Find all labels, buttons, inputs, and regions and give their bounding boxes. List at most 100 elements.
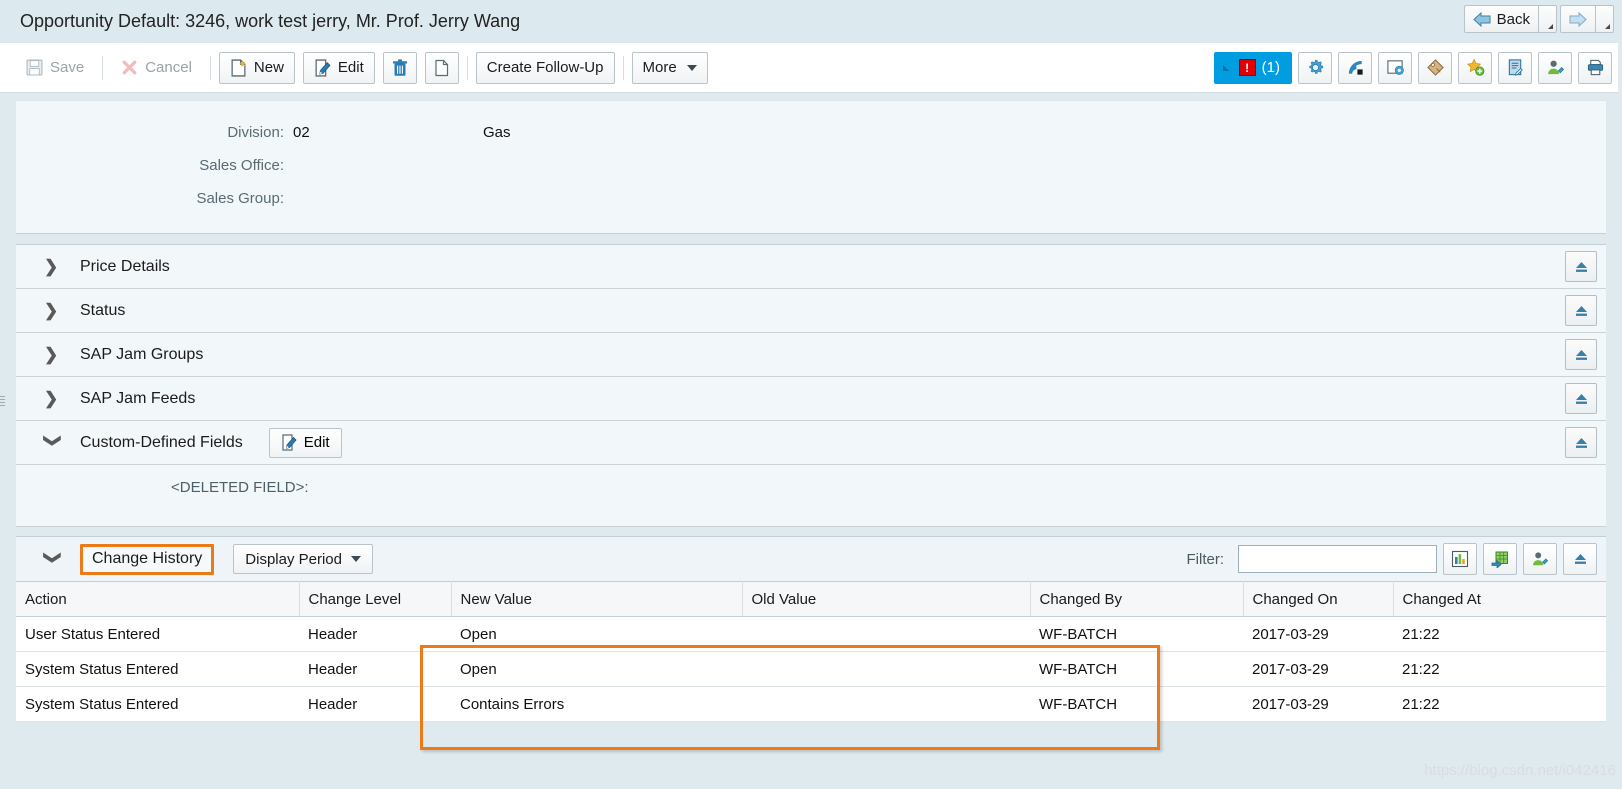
cell-changed-on: 2017-03-29 xyxy=(1243,686,1393,722)
save-icon xyxy=(26,59,43,76)
personalize-eject-button[interactable] xyxy=(1565,251,1597,282)
print-button[interactable] xyxy=(1578,51,1612,84)
chevron-down-icon xyxy=(351,556,361,562)
forward-history-dropdown[interactable] xyxy=(1596,5,1614,33)
custom-defined-fields-body: <DELETED FIELD>: xyxy=(16,465,1606,527)
web-feed-icon xyxy=(1348,60,1363,75)
toolbar-separator xyxy=(209,55,211,80)
filter-label: Filter: xyxy=(1186,550,1225,568)
cell-changed-by: WF-BATCH xyxy=(1030,651,1243,687)
cell-changed-by: WF-BATCH xyxy=(1030,686,1243,722)
save-button[interactable]: Save xyxy=(16,52,94,84)
toolbar-separator xyxy=(466,55,468,80)
web-feed-button[interactable] xyxy=(1338,51,1372,84)
table-row[interactable]: System Status Entered Header Open WF-BAT… xyxy=(16,651,1606,687)
eject-icon xyxy=(1574,554,1586,564)
sidebar-item-sap-jam-groups[interactable]: ❯ SAP Jam Groups xyxy=(16,333,1606,377)
personalize-button[interactable] xyxy=(1298,51,1332,84)
detail-row-sales-office: Sales Office: xyxy=(16,149,1606,182)
cell-old-value xyxy=(742,616,1030,652)
cancel-button-label: Cancel xyxy=(145,59,192,76)
cell-action: System Status Entered xyxy=(16,686,299,722)
personalize-eject-button[interactable] xyxy=(1563,543,1597,575)
watermark: https://blog.csdn.net/i042416 xyxy=(1424,762,1616,779)
cell-action: User Status Entered xyxy=(16,616,299,652)
sales-group-label: Sales Group: xyxy=(196,190,284,207)
title-bar: Opportunity Default: 3246, work test jer… xyxy=(0,0,1622,43)
sidebar-item-status[interactable]: ❯ Status xyxy=(16,289,1606,333)
trash-icon xyxy=(392,58,407,76)
screen-configuration-icon xyxy=(1386,60,1404,75)
toolbar-separator xyxy=(622,55,624,80)
section-title: Price Details xyxy=(80,257,170,275)
back-history-dropdown[interactable] xyxy=(1539,5,1557,33)
sales-office-label: Sales Office: xyxy=(199,157,284,174)
copy-button[interactable] xyxy=(424,51,459,84)
chevron-right-icon[interactable]: ❯ xyxy=(44,390,62,407)
notes-icon xyxy=(1508,59,1523,76)
assign-user-button[interactable] xyxy=(1538,51,1572,84)
message-log-button[interactable]: ! (1) xyxy=(1213,51,1292,84)
cell-old-value xyxy=(742,686,1030,722)
column-header-new-value[interactable]: New Value xyxy=(451,581,743,617)
assignment-blocks: ❯ Price Details ❯ Status ❯ SAP Jam Group xyxy=(16,244,1606,527)
column-header-action[interactable]: Action xyxy=(16,581,300,617)
more-button[interactable]: More xyxy=(631,51,708,84)
assign-user-button[interactable] xyxy=(1523,543,1557,575)
column-header-change-level[interactable]: Change Level xyxy=(299,581,452,617)
sidebar-item-custom-defined-fields[interactable]: ❯ Custom-Defined Fields Edit xyxy=(16,421,1606,465)
column-header-changed-at[interactable]: Changed At xyxy=(1393,581,1606,617)
personalize-eject-button[interactable] xyxy=(1565,427,1597,458)
delete-button[interactable] xyxy=(382,51,417,84)
export-to-spreadsheet-button[interactable] xyxy=(1483,543,1517,575)
chevron-right-icon[interactable]: ❯ xyxy=(44,346,62,363)
error-badge: ! xyxy=(1238,59,1256,76)
new-button[interactable]: New xyxy=(218,51,295,84)
tag-button[interactable] xyxy=(1418,51,1452,84)
copy-icon xyxy=(435,59,448,76)
division-description: Gas xyxy=(483,124,511,141)
back-button[interactable]: Back xyxy=(1463,5,1539,33)
custom-fields-edit-button[interactable]: Edit xyxy=(268,427,342,458)
screen-configuration-button[interactable] xyxy=(1378,51,1412,84)
chevron-right-icon[interactable]: ❯ xyxy=(44,302,62,319)
personalize-eject-button[interactable] xyxy=(1565,295,1597,326)
column-header-old-value[interactable]: Old Value xyxy=(742,581,1031,617)
new-document-icon xyxy=(231,58,246,77)
cell-change-level: Header xyxy=(299,616,451,652)
forward-button-group xyxy=(1560,5,1614,33)
chevron-down-icon[interactable]: ❯ xyxy=(44,434,63,452)
column-header-changed-on[interactable]: Changed On xyxy=(1243,581,1394,617)
personalize-eject-button[interactable] xyxy=(1565,383,1597,414)
export-to-spreadsheet-icon xyxy=(1491,551,1508,568)
add-to-favorites-icon xyxy=(1466,58,1484,76)
column-header-changed-by[interactable]: Changed By xyxy=(1030,581,1244,617)
table-row[interactable]: User Status Entered Header Open WF-BATCH… xyxy=(16,616,1606,652)
edit-button[interactable]: Edit xyxy=(302,51,375,84)
display-period-button[interactable]: Display Period xyxy=(233,544,373,574)
message-count-label: (1) xyxy=(1261,59,1280,76)
eject-icon xyxy=(1575,393,1587,404)
notes-button[interactable] xyxy=(1498,51,1532,84)
cell-changed-on: 2017-03-29 xyxy=(1243,616,1393,652)
cell-new-value: Contains Errors xyxy=(451,686,742,722)
collapse-corner-icon xyxy=(1222,65,1229,71)
edit-pencil-icon xyxy=(315,58,331,77)
cancel-icon xyxy=(122,60,137,75)
sidebar-item-price-details[interactable]: ❯ Price Details xyxy=(16,245,1606,289)
cancel-button[interactable]: Cancel xyxy=(111,52,202,84)
left-panel-resize-handle[interactable] xyxy=(0,396,5,410)
chevron-down-icon[interactable]: ❯ xyxy=(44,550,63,568)
add-to-favorites-button[interactable] xyxy=(1458,51,1492,84)
change-history-header: ❯ Change History Display Period Filter: xyxy=(16,537,1606,581)
forward-button[interactable] xyxy=(1560,5,1596,33)
personalize-eject-button[interactable] xyxy=(1565,339,1597,370)
chart-view-button[interactable] xyxy=(1443,543,1477,575)
change-history-title: Change History xyxy=(80,543,215,575)
create-follow-up-button[interactable]: Create Follow-Up xyxy=(475,51,615,84)
sidebar-item-sap-jam-feeds[interactable]: ❯ SAP Jam Feeds xyxy=(16,377,1606,421)
table-row[interactable]: System Status Entered Header Contains Er… xyxy=(16,686,1606,722)
chevron-right-icon[interactable]: ❯ xyxy=(44,258,62,275)
filter-input[interactable] xyxy=(1238,545,1437,573)
main-toolbar: Save Cancel New Edit Create Follow-Up Mo… xyxy=(0,43,1622,93)
